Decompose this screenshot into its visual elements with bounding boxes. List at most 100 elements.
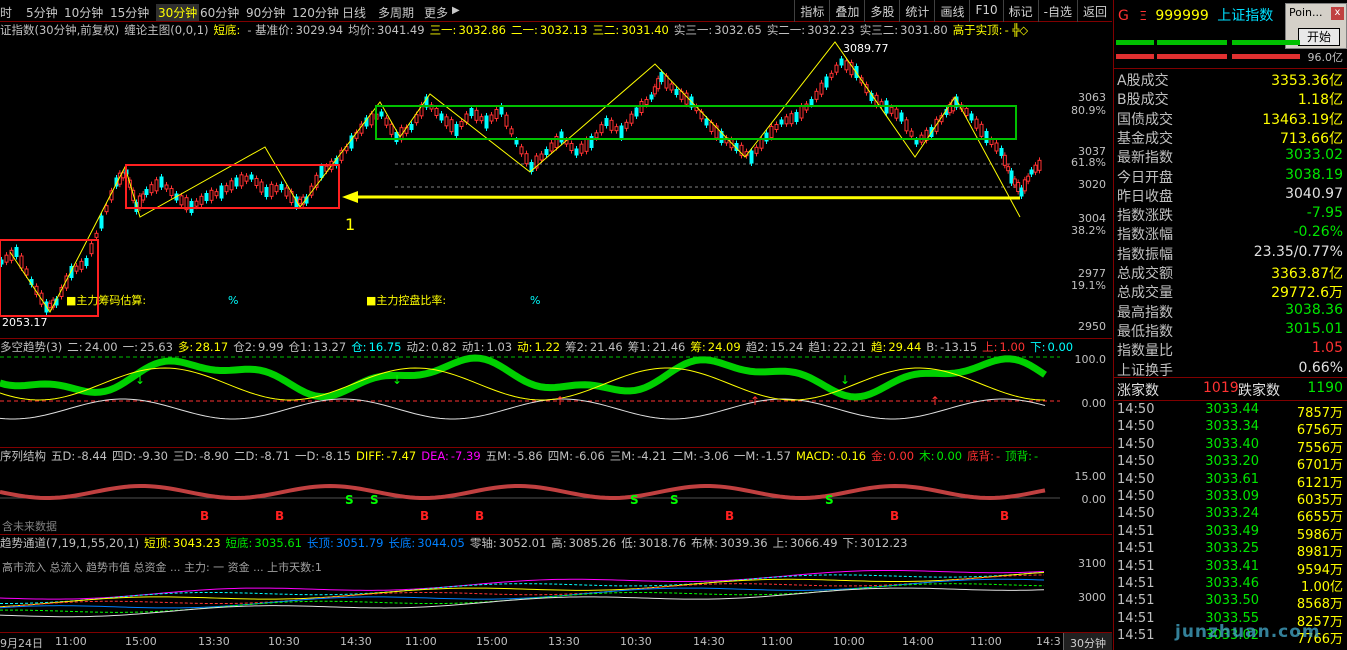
tick-time: 14:51 xyxy=(1117,610,1155,626)
buy-signal-icon: B xyxy=(725,509,734,523)
trend-channel-chart[interactable]: 高市流入 总流入 趋势市值 总资金 ... 主力: 一 资金 ... 上市天数:… xyxy=(0,535,1112,632)
period-tab-4[interactable]: 30分钟 xyxy=(156,4,200,21)
time-axis: 30分钟 9月24日 11:00 15:00 13:30 10:30 14:30 11:00… xyxy=(0,632,1112,650)
tick-time: 14:50 xyxy=(1117,402,1155,417)
stat-value: 3033.02 xyxy=(1285,147,1343,164)
candle-body xyxy=(659,72,664,82)
toolbar-button-0[interactable]: 指标 xyxy=(794,0,829,22)
candle-body xyxy=(479,116,484,122)
tick-price: 3033.41 xyxy=(1205,558,1259,574)
up-count: 1019 xyxy=(1203,380,1239,396)
stat-value: 3363.87亿 xyxy=(1271,266,1343,282)
toolbar-button-8[interactable]: 返回 xyxy=(1076,0,1112,22)
time-label: 15:00 xyxy=(476,635,508,648)
time-label: 13:30 xyxy=(198,635,230,648)
start-button[interactable]: 开始 xyxy=(1298,28,1340,46)
tick-time: 14:51 xyxy=(1117,523,1155,539)
stock-title: G Ξ 999999 上证指数 xyxy=(1118,5,1273,25)
toolbar-button-1[interactable]: 叠加 xyxy=(829,0,864,22)
candle-body xyxy=(769,126,774,138)
period-tab-10[interactable]: 更多 xyxy=(424,4,448,21)
candle-body xyxy=(634,107,639,117)
candle-body xyxy=(652,86,657,95)
candle-body xyxy=(469,108,474,116)
toolbar-button-7[interactable]: -自选 xyxy=(1037,0,1077,22)
low-price-label: 2053.17 xyxy=(2,316,48,329)
period-tab-9[interactable]: 多周期 xyxy=(378,4,414,21)
divider xyxy=(1114,68,1347,69)
toolbar-button-2[interactable]: 多股 xyxy=(864,0,899,22)
period-tab-8[interactable]: 日线 xyxy=(342,4,366,21)
candle-body xyxy=(244,175,249,182)
candle-body xyxy=(579,143,584,154)
candle-body xyxy=(149,184,154,194)
code-prefix-icon: Ξ xyxy=(1139,9,1147,23)
candle-body xyxy=(89,243,94,255)
candle-body xyxy=(704,118,709,126)
candle-body xyxy=(47,302,52,308)
bull-bear-chart[interactable]: ↓ ↓ ↓ ↑ ↑ ↑ xyxy=(0,339,1112,447)
toolbar-button-6[interactable]: 标记 xyxy=(1002,0,1038,22)
stat-row: 国债成交 13463.19亿 xyxy=(1117,109,1345,128)
high-price-label: 3089.77 xyxy=(843,42,889,55)
sequence-structure-pane[interactable]: 序列结构 五D: -8.44 四D: -9.30 三D: -8.90 二D: -8.71 一D: -… xyxy=(0,448,1112,534)
candle-body xyxy=(414,114,419,124)
stat-label: A股成交 xyxy=(1117,73,1169,89)
period-tab-7[interactable]: 120分钟 xyxy=(292,4,339,21)
stock-code: 999999 xyxy=(1155,8,1209,24)
tick-row: 14:50 3033.24 6655万 xyxy=(1117,506,1345,525)
period-tab-6[interactable]: 90分钟 xyxy=(246,4,285,21)
stat-label: 指数量比 xyxy=(1117,343,1173,360)
candle-body xyxy=(274,185,279,193)
candle-body xyxy=(369,113,374,126)
toolbar-button-3[interactable]: 统计 xyxy=(899,0,934,22)
candle-body xyxy=(1026,175,1031,182)
tick-row: 14:51 3033.50 8568万 xyxy=(1117,593,1345,612)
main-chart-pane[interactable]: 证指数(30分钟,前复权) 缠论主图(0,0,1) 短底: - 基准价: 3029.94… xyxy=(0,22,1112,338)
chip-estimate-label: ■主力筹码估算: xyxy=(66,293,146,307)
stat-value: 0.66% xyxy=(1298,359,1343,376)
candle-body xyxy=(434,108,439,116)
toolbar-button-5[interactable]: F10 xyxy=(969,0,1002,22)
period-tab-0[interactable]: 时 xyxy=(0,4,12,21)
buy-ratio-bar xyxy=(1116,40,1154,45)
candle-body xyxy=(4,254,9,263)
period-tab-5[interactable]: 60分钟 xyxy=(200,4,239,21)
tick-row: 14:50 3033.09 6035万 xyxy=(1117,489,1345,508)
divider xyxy=(1114,400,1347,401)
stat-value: -7.95 xyxy=(1306,205,1343,222)
tick-volume: 9594万 xyxy=(1296,562,1343,578)
annotation-number: 1 xyxy=(345,215,355,234)
candle-body xyxy=(199,195,204,205)
period-tab-1[interactable]: 5分钟 xyxy=(26,4,58,21)
candle-body xyxy=(749,150,754,164)
stat-row: 基金成交 713.66亿 xyxy=(1117,128,1345,147)
close-icon[interactable]: x xyxy=(1331,7,1344,20)
tick-price: 3033.34 xyxy=(1205,419,1259,435)
candle-body xyxy=(669,83,674,91)
tick-volume: 8981万 xyxy=(1296,545,1343,561)
stat-value: 3038.36 xyxy=(1285,301,1343,318)
period-tab-2[interactable]: 10分钟 xyxy=(64,4,103,21)
tick-price: 3033.50 xyxy=(1205,593,1259,609)
sequence-chart[interactable]: B B B B B B B S S S S S 含未来数据 xyxy=(0,448,1112,534)
candle-body xyxy=(1002,154,1007,166)
bull-bear-trend-pane[interactable]: 多空趋势(3) 二: 24.00 一: 25.63 多: 28.17 仓2: 9.99 仓1: 13… xyxy=(0,339,1112,447)
stat-value: 29772.6万 xyxy=(1271,285,1343,302)
trend-channel-pane[interactable]: 趋势通道(7,19,1,55,20,1) 短顶: 3043.23 短底: 3035.61… xyxy=(0,535,1112,632)
candle-body xyxy=(234,177,239,187)
candle-body xyxy=(99,215,104,229)
more-arrow-icon[interactable]: ▶ xyxy=(452,5,460,16)
period-tab-3[interactable]: 15分钟 xyxy=(110,4,149,21)
tick-row: 14:50 3033.20 6701万 xyxy=(1117,454,1345,473)
candlestick-chart[interactable]: 1 3089.77 2053.17 ■主力筹码估算:% ■主力控盘比率:% xyxy=(0,22,1112,338)
sell-ratio-bar xyxy=(1157,54,1227,59)
stat-value: 13463.19亿 xyxy=(1262,111,1343,128)
period-tag[interactable]: 30分钟 xyxy=(1063,633,1112,650)
stat-row: 指数振幅 23.35/0.77% xyxy=(1117,244,1345,263)
stat-label: 总成交额 xyxy=(1117,266,1173,282)
candle-body xyxy=(249,174,254,180)
toolbar-button-4[interactable]: 画线 xyxy=(934,0,969,22)
candle-body xyxy=(459,121,464,127)
tick-price: 3033.40 xyxy=(1205,436,1259,452)
